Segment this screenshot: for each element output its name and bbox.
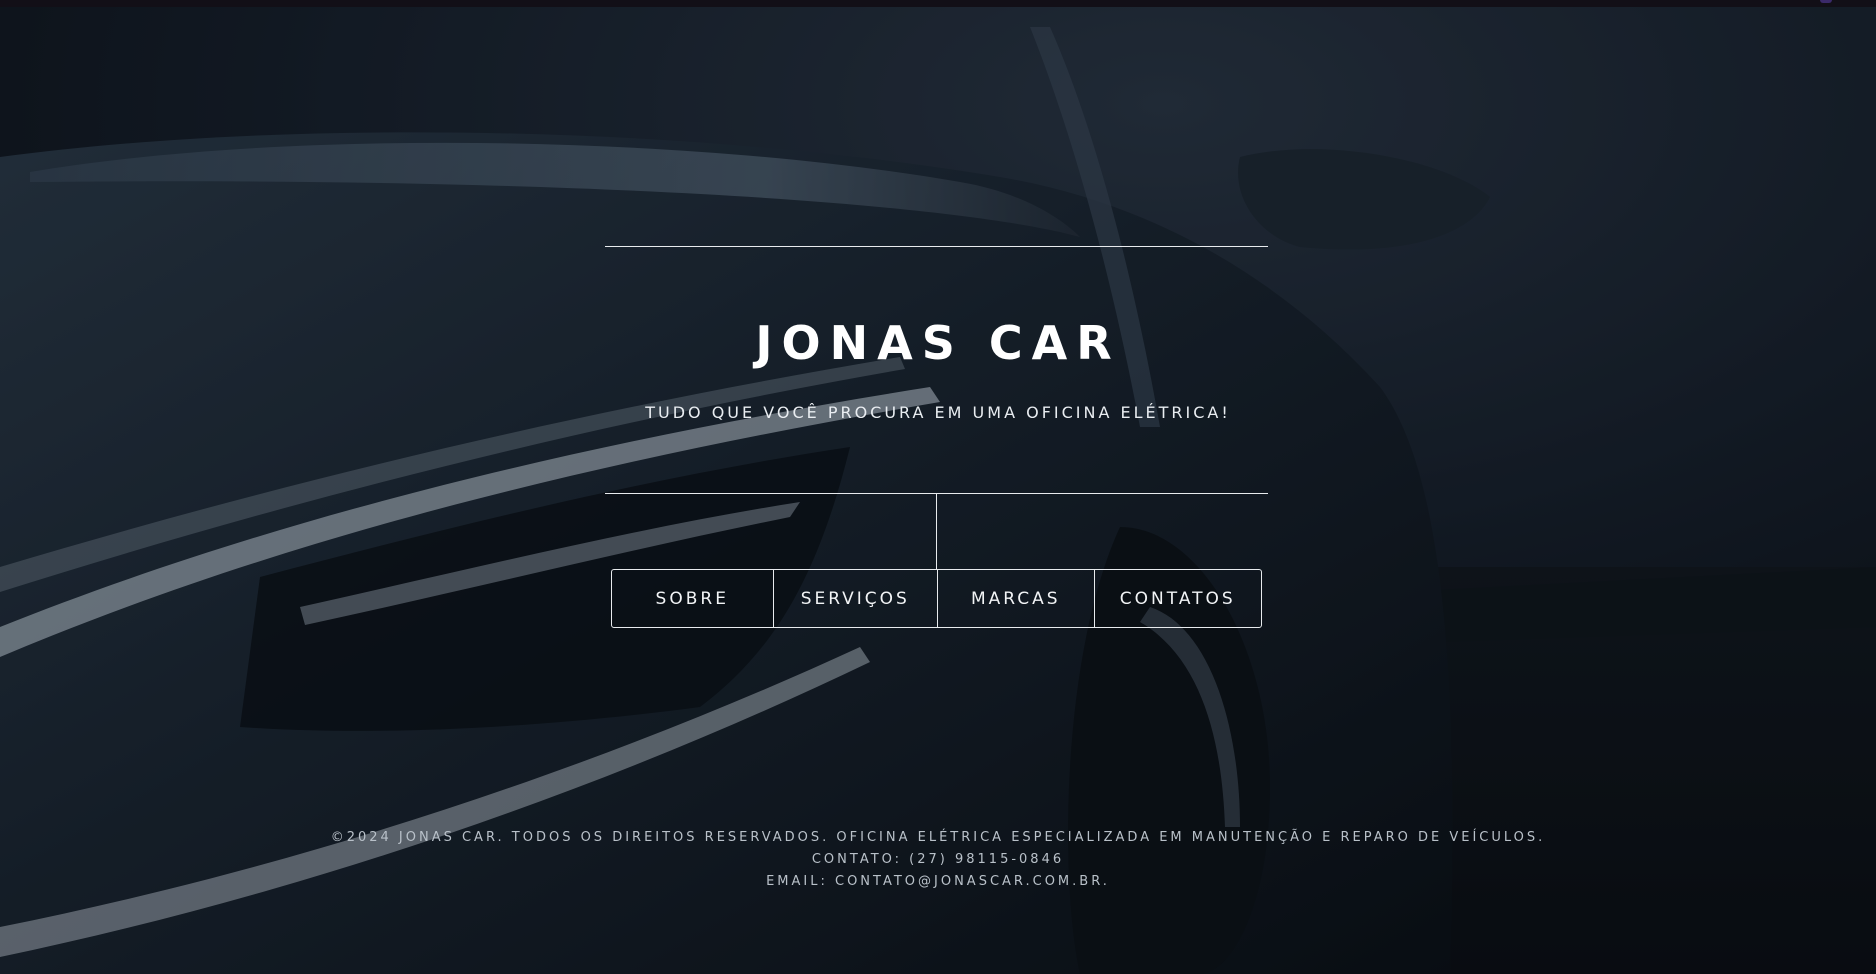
- corner-indicator: [1820, 0, 1832, 3]
- nav-contatos[interactable]: CONTATOS: [1093, 570, 1261, 627]
- hero-content: JONAS CAR TUDO QUE VOCÊ PROCURA EM UMA O…: [0, 0, 1876, 974]
- nav-sobre[interactable]: SOBRE: [612, 570, 773, 627]
- footer-email: EMAIL: CONTATO@JONASCAR.COM.BR.: [766, 874, 1110, 889]
- page: JONAS CAR TUDO QUE VOCÊ PROCURA EM UMA O…: [0, 0, 1876, 974]
- top-bar: [0, 0, 1876, 7]
- site-tagline: TUDO QUE VOCÊ PROCURA EM UMA OFICINA ELÉ…: [645, 403, 1231, 422]
- main-nav: SOBRE SERVIÇOS MARCAS CONTATOS: [611, 569, 1262, 628]
- footer: ©2024 JONAS CAR. TODOS OS DIREITOS RESER…: [0, 827, 1876, 893]
- vertical-divider: [936, 494, 937, 570]
- site-title: JONAS CAR: [755, 316, 1121, 370]
- nav-marcas[interactable]: MARCAS: [937, 570, 1094, 627]
- top-divider: [605, 246, 1268, 247]
- footer-copyright: ©2024 JONAS CAR. TODOS OS DIREITOS RESER…: [330, 830, 1546, 845]
- footer-contact: CONTATO: (27) 98115-0846: [811, 852, 1065, 867]
- nav-servicos[interactable]: SERVIÇOS: [772, 570, 938, 627]
